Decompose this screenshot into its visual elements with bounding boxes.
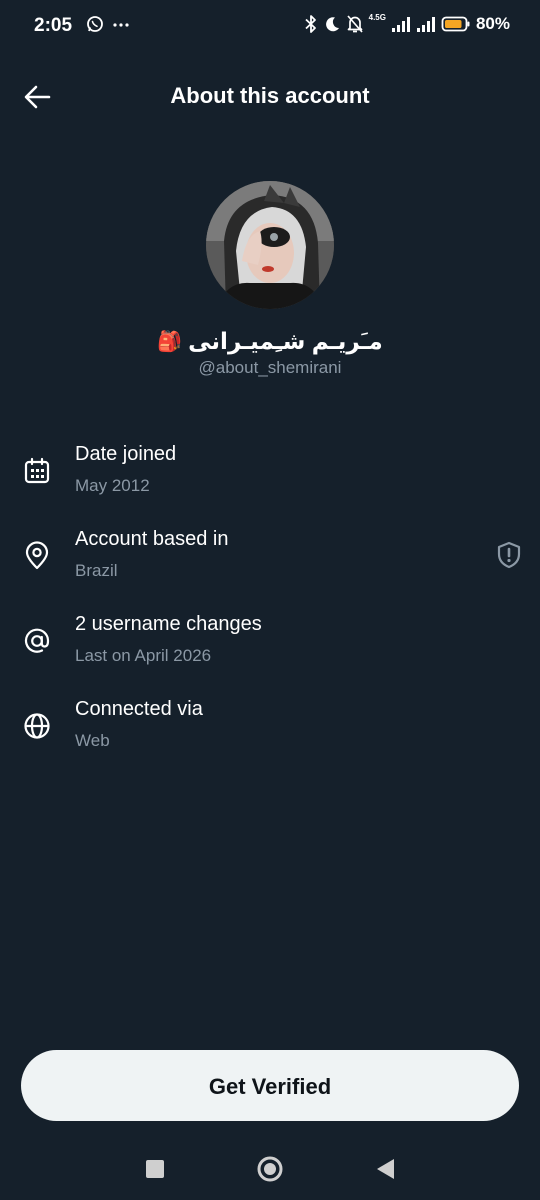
bell-off-icon [346,15,363,33]
info-subtitle: May 2012 [75,476,150,495]
location-pin-icon [22,541,52,571]
battery-icon [441,16,470,32]
info-subtitle: Last on April 2026 [75,646,212,665]
back-nav-button[interactable] [374,1157,396,1186]
triangle-left-icon [377,1159,394,1179]
info-item-connected-via: Connected via Web [0,698,540,768]
backpack-emoji: 🎒 [157,331,183,353]
get-verified-button[interactable]: Get Verified [21,1050,519,1121]
signal-icon-secondary [416,17,435,32]
status-right-icons: 4.5G 80% [304,14,510,34]
home-button[interactable] [256,1155,284,1188]
status-left-icons [86,15,130,33]
circle-icon [257,1156,283,1182]
at-icon [22,626,52,656]
bluetooth-icon [305,15,316,33]
avatar[interactable] [206,181,334,309]
avatar-image [206,181,334,309]
info-item-username-changes: 2 username changes Last on April 2026 [0,613,540,683]
status-time: 2:05 [34,15,73,36]
signal-icon [391,17,410,32]
calendar-icon [22,456,52,486]
globe-icon [22,711,52,741]
system-nav-bar [0,1140,540,1200]
more-icon [113,23,129,27]
network-type: 4.5G [368,13,386,22]
info-title: Account based in [75,528,229,550]
app-header: About this account [0,70,540,124]
info-title: 2 username changes [75,613,262,635]
info-title: Connected via [75,698,203,720]
display-name-row: 🎒 مـَریـم شـِمیـرانی [0,328,540,355]
page-title: About this account [170,83,370,108]
square-icon [146,1160,164,1178]
info-title: Date joined [75,443,177,465]
info-subtitle: Brazil [75,561,118,580]
shield-info-button[interactable] [494,540,524,570]
info-subtitle: Web [75,731,110,750]
info-item-account-based-in: Account based in Brazil [0,528,540,598]
moon-icon [325,17,339,32]
recents-button[interactable] [144,1158,166,1185]
whatsapp-icon [87,16,103,32]
info-item-date-joined: Date joined May 2012 [0,443,540,513]
status-bar: 2:05 4.5G 80% [0,0,540,52]
display-name: مـَریـم شـِمیـرانی [188,328,383,354]
battery-percent: 80% [475,14,510,33]
username-handle: @about_shemirani [198,358,342,377]
shield-alert-icon [497,541,521,569]
